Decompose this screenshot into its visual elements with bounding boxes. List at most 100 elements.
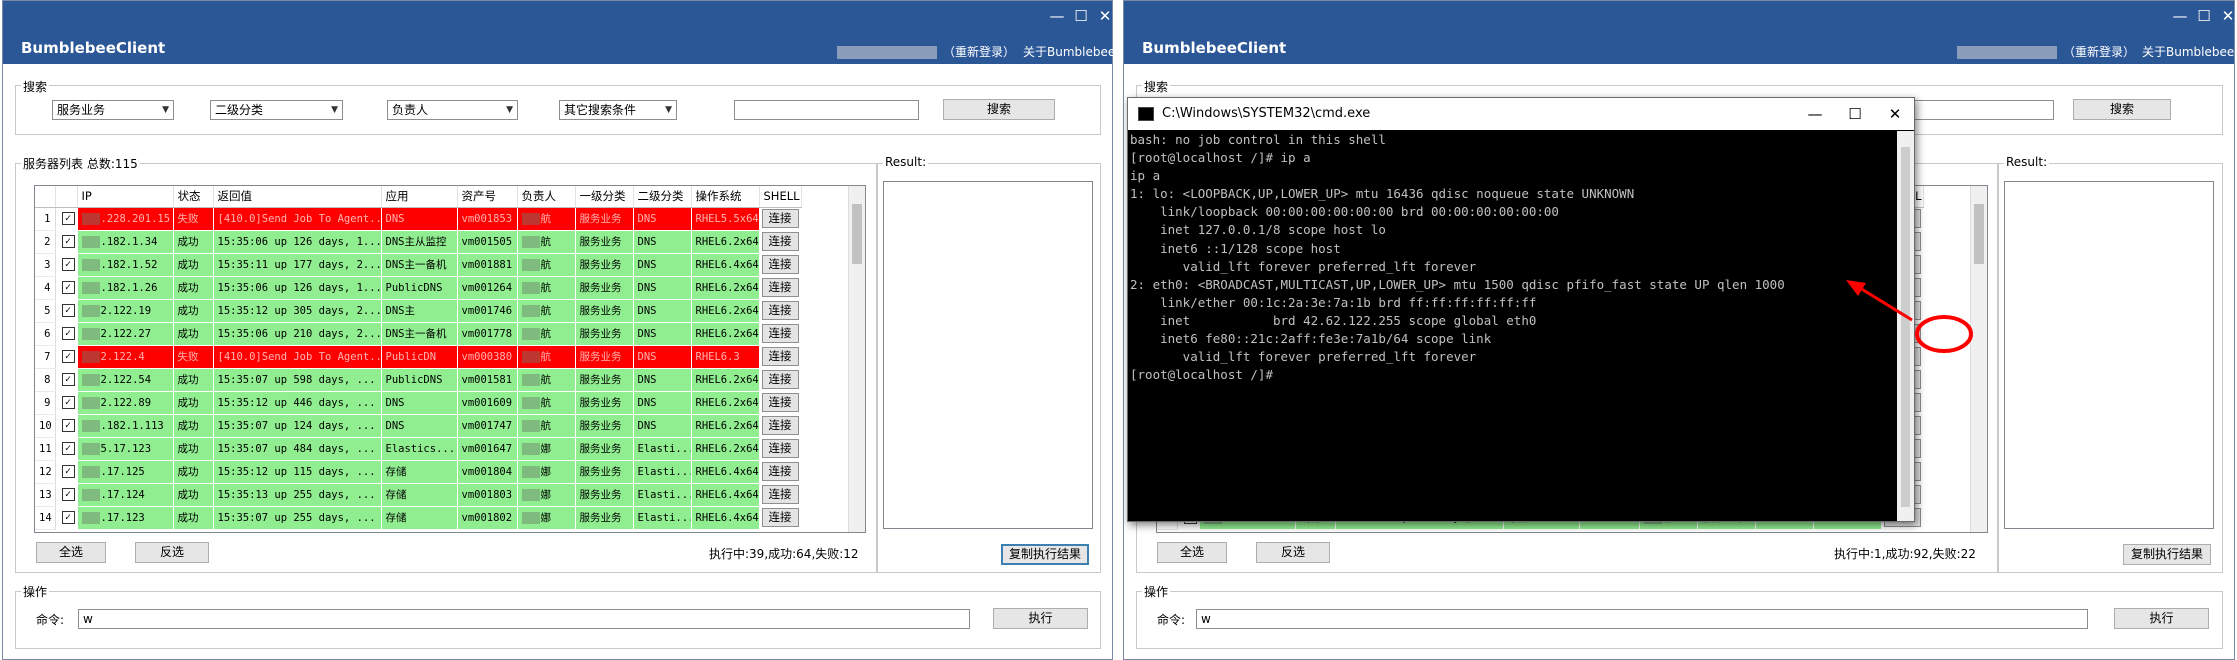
checkmark-icon[interactable]: ✓ bbox=[61, 396, 75, 409]
category2-cell[interactable]: DNS bbox=[633, 299, 692, 323]
connect-button[interactable]: 连接 bbox=[761, 462, 799, 481]
owner-cell[interactable]: 航 bbox=[517, 230, 576, 254]
column-header[interactable] bbox=[55, 186, 78, 208]
category1-cell[interactable]: 服务业务 bbox=[575, 391, 634, 415]
category1-cell[interactable]: 服务业务 bbox=[575, 230, 634, 254]
ip-cell[interactable]: .182.1.113 bbox=[77, 414, 174, 438]
row-checkbox[interactable]: ✓ bbox=[55, 460, 78, 484]
return-cell[interactable]: 15:35:11 up 177 days, 2... bbox=[213, 253, 382, 277]
checkmark-icon[interactable]: ✓ bbox=[61, 465, 75, 478]
return-cell[interactable]: 15:35:07 up 255 days, ... bbox=[213, 506, 382, 530]
column-header[interactable]: SHELL bbox=[759, 186, 802, 208]
category1-cell[interactable]: 服务业务 bbox=[575, 460, 634, 484]
app-cell[interactable]: PublicDN bbox=[381, 345, 458, 369]
asset-cell[interactable]: vm001581 bbox=[457, 368, 518, 392]
search-input[interactable] bbox=[734, 100, 919, 120]
about-link[interactable]: 关于Bumblebee bbox=[1023, 43, 1115, 60]
owner-cell[interactable]: 航 bbox=[517, 391, 576, 415]
table-row[interactable]: 4 ✓ .182.1.26 成功 15:35:06 up 126 days, 1... P… bbox=[35, 276, 802, 300]
connect-button[interactable]: 连接 bbox=[761, 209, 799, 228]
os-cell[interactable]: RHEL6.4x64 bbox=[691, 253, 760, 277]
category-select[interactable]: 二级分类 ▼ bbox=[210, 100, 343, 120]
app-cell[interactable]: 存储 bbox=[381, 483, 458, 507]
status-cell[interactable]: 成功 bbox=[173, 460, 214, 484]
connect-button[interactable]: 连接 bbox=[761, 485, 799, 504]
row-number[interactable]: 6 bbox=[35, 322, 56, 346]
category2-cell[interactable]: DNS bbox=[633, 391, 692, 415]
scroll-thumb[interactable] bbox=[852, 204, 862, 264]
table-row[interactable]: 6 ✓ 2.122.27 成功 15:35:06 up 210 days, 2... DN… bbox=[35, 322, 802, 346]
return-cell[interactable]: 15:35:07 up 598 days, ... bbox=[213, 368, 382, 392]
scroll-thumb[interactable] bbox=[1974, 204, 1984, 264]
table-row[interactable]: 7 ✓ 2.122.4 失败 [410.0]Send Job To Agent... Pu… bbox=[35, 345, 802, 369]
connect-button[interactable]: 连接 bbox=[761, 301, 799, 320]
table-row[interactable]: 10 ✓ .182.1.113 成功 15:35:07 up 124 days, ...… bbox=[35, 414, 802, 438]
table-row[interactable]: 2 ✓ .182.1.34 成功 15:35:06 up 126 days, 1... D… bbox=[35, 230, 802, 254]
asset-cell[interactable]: vm001264 bbox=[457, 276, 518, 300]
category2-cell[interactable]: Elasti... bbox=[633, 460, 692, 484]
os-cell[interactable]: RHEL6.2x64 bbox=[691, 414, 760, 438]
category1-cell[interactable]: 服务业务 bbox=[575, 207, 634, 231]
os-cell[interactable]: RHEL6.2x64 bbox=[691, 322, 760, 346]
row-checkbox[interactable]: ✓ bbox=[55, 483, 78, 507]
owner-cell[interactable]: 娜 bbox=[517, 460, 576, 484]
owner-cell[interactable]: 娜 bbox=[517, 506, 576, 530]
maximize-icon[interactable]: ☐ bbox=[1069, 5, 1093, 27]
ip-cell[interactable]: .228.201.15 bbox=[77, 207, 174, 231]
return-cell[interactable]: 15:35:06 up 126 days, 1... bbox=[213, 276, 382, 300]
column-header[interactable]: 应用 bbox=[381, 186, 458, 208]
owner-cell[interactable]: 航 bbox=[517, 207, 576, 231]
owner-cell[interactable]: 航 bbox=[517, 253, 576, 277]
checkmark-icon[interactable]: ✓ bbox=[61, 258, 75, 271]
category1-cell[interactable]: 服务业务 bbox=[575, 437, 634, 461]
table-row[interactable]: 12 ✓ .17.125 成功 15:35:12 up 115 days, ... 存储 v… bbox=[35, 460, 802, 484]
column-header[interactable]: 操作系统 bbox=[691, 186, 760, 208]
app-cell[interactable]: DNS bbox=[381, 207, 458, 231]
execute-button[interactable]: 执行 bbox=[993, 608, 1088, 629]
connect-button[interactable]: 连接 bbox=[761, 393, 799, 412]
column-header[interactable]: 返回值 bbox=[213, 186, 382, 208]
ip-cell[interactable]: 5.17.123 bbox=[77, 437, 174, 461]
app-cell[interactable]: DNS bbox=[381, 391, 458, 415]
status-cell[interactable]: 成功 bbox=[173, 368, 214, 392]
return-cell[interactable]: 15:35:13 up 255 days, ... bbox=[213, 483, 382, 507]
os-cell[interactable]: RHEL6.2x64 bbox=[691, 230, 760, 254]
category2-cell[interactable]: DNS bbox=[633, 322, 692, 346]
category1-cell[interactable]: 服务业务 bbox=[575, 345, 634, 369]
connect-button[interactable]: 连接 bbox=[761, 347, 799, 366]
row-checkbox[interactable]: ✓ bbox=[55, 368, 78, 392]
app-cell[interactable]: DNS主 bbox=[381, 299, 458, 323]
table-row[interactable]: 14 ✓ .17.123 成功 15:35:07 up 255 days, ... 存储 v… bbox=[35, 506, 802, 530]
category2-cell[interactable]: DNS bbox=[633, 345, 692, 369]
row-checkbox[interactable]: ✓ bbox=[55, 414, 78, 438]
other-criteria-select[interactable]: 其它搜索条件 ▼ bbox=[559, 100, 677, 120]
connect-button[interactable]: 连接 bbox=[761, 508, 799, 527]
status-cell[interactable]: 成功 bbox=[173, 483, 214, 507]
return-cell[interactable]: 15:35:12 up 305 days, 2... bbox=[213, 299, 382, 323]
business-select[interactable]: 服务业务 ▼ bbox=[52, 100, 174, 120]
checkmark-icon[interactable]: ✓ bbox=[61, 488, 75, 501]
column-header[interactable]: 负责人 bbox=[517, 186, 576, 208]
row-checkbox[interactable]: ✓ bbox=[55, 506, 78, 530]
table-row[interactable]: 1 ✓ .228.201.15 失败 [410.0]Send Job To Agent.… bbox=[35, 207, 802, 231]
return-cell[interactable]: 15:35:06 up 210 days, 2... bbox=[213, 322, 382, 346]
row-number[interactable]: 4 bbox=[35, 276, 56, 300]
connect-button[interactable]: 连接 bbox=[761, 416, 799, 435]
owner-select[interactable]: 负责人 ▼ bbox=[387, 100, 518, 120]
owner-cell[interactable]: 娜 bbox=[517, 483, 576, 507]
category2-cell[interactable]: DNS bbox=[633, 253, 692, 277]
asset-cell[interactable]: vm001803 bbox=[457, 483, 518, 507]
row-checkbox[interactable]: ✓ bbox=[55, 230, 78, 254]
about-link[interactable]: 关于Bumblebee bbox=[2142, 43, 2234, 60]
row-number[interactable]: 11 bbox=[35, 437, 56, 461]
table-row[interactable]: 5 ✓ 2.122.19 成功 15:35:12 up 305 days, 2... DN… bbox=[35, 299, 802, 323]
category1-cell[interactable]: 服务业务 bbox=[575, 506, 634, 530]
asset-cell[interactable]: vm001746 bbox=[457, 299, 518, 323]
app-cell[interactable]: DNS主一备机 bbox=[381, 322, 458, 346]
relogin-link[interactable]: （重新登录） bbox=[2063, 45, 2135, 59]
asset-cell[interactable]: vm001804 bbox=[457, 460, 518, 484]
grid-scrollbar[interactable] bbox=[848, 186, 865, 532]
row-number[interactable]: 9 bbox=[35, 391, 56, 415]
ip-cell[interactable]: 2.122.27 bbox=[77, 322, 174, 346]
owner-cell[interactable]: 航 bbox=[517, 368, 576, 392]
